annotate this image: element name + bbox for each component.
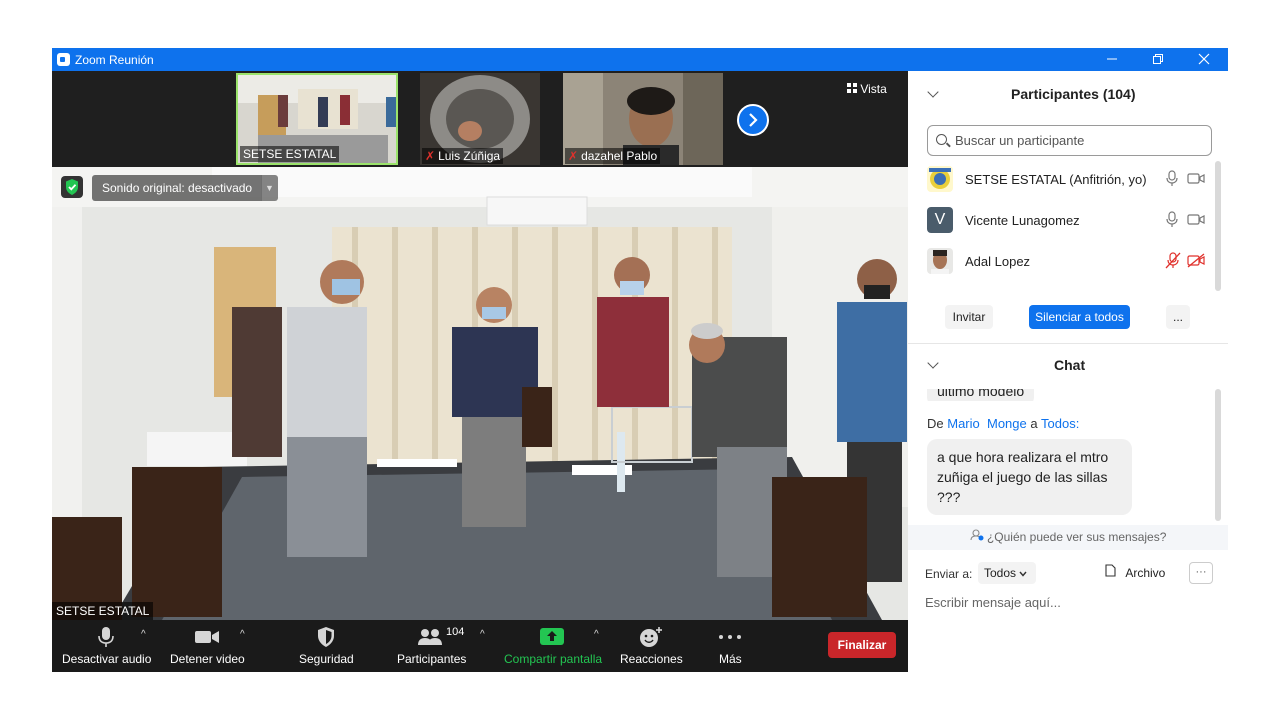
smiley-add-icon — [640, 627, 662, 647]
person-info-icon — [970, 529, 984, 541]
chat-message-input[interactable]: Escribir mensaje aquí... — [925, 595, 1061, 610]
original-sound-dropdown[interactable]: ▼ — [261, 175, 278, 201]
participant-search-input[interactable]: Buscar un participante — [927, 125, 1212, 156]
view-label: Vista — [860, 82, 887, 96]
mic-muted-icon[interactable] — [1165, 252, 1181, 269]
participants-more-button[interactable]: ... — [1166, 305, 1190, 329]
avatar: V — [927, 207, 953, 233]
share-screen-icon — [540, 628, 564, 645]
file-button[interactable]: Archivo — [1105, 562, 1165, 584]
meeting-room-video — [52, 167, 908, 620]
stop-video-button[interactable]: Detener video — [164, 620, 252, 672]
close-icon — [1198, 53, 1210, 65]
thumbnail-name: ✗ Luis Zúñiga — [422, 148, 504, 164]
microphone-icon[interactable] — [1166, 170, 1178, 187]
restore-button[interactable] — [1135, 48, 1181, 71]
file-icon — [1105, 564, 1116, 577]
security-button[interactable]: Seguridad — [288, 620, 364, 672]
security-shield-icon[interactable] — [61, 176, 83, 198]
sender-first-name[interactable]: Mario — [947, 416, 980, 431]
more-dots-icon — [719, 635, 741, 639]
participants-scrollbar[interactable] — [1215, 161, 1221, 291]
avatar — [927, 248, 953, 274]
participants-button[interactable]: 104 Participantes — [392, 620, 478, 672]
view-button[interactable]: Vista — [847, 82, 887, 96]
participant-row[interactable]: V Vicente Lunagomez — [908, 200, 1228, 240]
grid-icon — [847, 83, 857, 93]
thumbnail-video[interactable]: ✗ dazahel Pablo — [563, 73, 723, 165]
participants-title: Participantes (104) — [1011, 86, 1136, 102]
main-video[interactable]: Sonido original: desactivado ▼ SETSE EST… — [52, 167, 908, 620]
video-camera-icon — [195, 631, 219, 643]
meeting-toolbar: Desactivar audio ^ Detener video ^ Segur… — [52, 620, 908, 672]
title-bar: Zoom Reunión — [52, 48, 1228, 71]
mute-all-button[interactable]: Silenciar a todos — [1029, 305, 1130, 329]
mute-audio-button[interactable]: Desactivar audio — [56, 620, 156, 672]
recipient-dropdown[interactable]: Todos — [978, 562, 1036, 584]
participant-name: SETSE ESTATAL (Anfitrión, yo) — [965, 172, 1147, 187]
shield-icon — [318, 627, 334, 647]
microphone-icon[interactable] — [1166, 211, 1178, 228]
participant-name: Adal Lopez — [965, 254, 1031, 269]
thumbnail-video[interactable]: ✗ Luis Zúñiga — [420, 73, 540, 165]
participant-name: Vicente Lunagomez — [965, 213, 1080, 228]
side-panel: Participantes (104) Buscar un participan… — [908, 71, 1228, 672]
share-screen-button[interactable]: Compartir pantalla — [500, 620, 606, 672]
end-meeting-button[interactable]: Finalizar — [828, 632, 896, 658]
participants-options-caret[interactable]: ^ — [480, 629, 485, 640]
chat-title: Chat — [1054, 357, 1086, 373]
participant-row[interactable]: SETSE ESTATAL (Anfitrión, yo) — [908, 159, 1228, 199]
share-options-caret[interactable]: ^ — [594, 629, 599, 640]
chat-sender-line: De Mario Monge a Todos: — [927, 416, 1080, 431]
close-button[interactable] — [1181, 48, 1227, 71]
mic-muted-icon: ✗ — [568, 149, 579, 163]
original-sound-toggle[interactable]: Sonido original: desactivado — [92, 175, 263, 201]
restore-icon — [1153, 54, 1163, 64]
next-thumbnails-button[interactable] — [737, 104, 769, 136]
thumbnail-name: ✗ dazahel Pablo — [565, 148, 661, 164]
host-avatar — [927, 166, 953, 192]
thumbnail-name: SETSE ESTATAL — [240, 146, 340, 162]
mic-muted-icon: ✗ — [425, 149, 436, 163]
video-camera-icon[interactable] — [1187, 171, 1205, 185]
video-area: SETSE ESTATAL ✗ Luis Zúñiga ✗ dazahel Pa… — [52, 71, 908, 672]
collapse-chat-icon[interactable] — [927, 357, 939, 369]
recipient-name[interactable]: Todos: — [1041, 416, 1079, 431]
reactions-button[interactable]: Reacciones — [616, 620, 684, 672]
chevron-down-icon — [1019, 571, 1027, 577]
participants-count: 104 — [446, 626, 465, 638]
audio-options-caret[interactable]: ^ — [141, 629, 146, 640]
thumbnail-video[interactable]: SETSE ESTATAL — [236, 73, 398, 165]
chat-previous-message: último modelo — [908, 389, 1218, 401]
chat-more-button[interactable]: ··· — [1189, 562, 1213, 584]
thumbnail-strip: SETSE ESTATAL ✗ Luis Zúñiga ✗ dazahel Pa… — [52, 71, 908, 167]
video-options-caret[interactable]: ^ — [240, 629, 245, 640]
microphone-icon — [98, 627, 114, 647]
divider — [908, 343, 1228, 344]
collapse-participants-icon[interactable] — [927, 86, 939, 98]
send-to-label: Enviar a: — [925, 567, 973, 581]
participant-row[interactable]: Adal Lopez — [908, 241, 1228, 281]
video-camera-icon[interactable] — [1187, 212, 1205, 226]
zoom-window: Zoom Reunión SETSE ESTATAL ✗ Luis Zúñiga… — [52, 48, 1228, 672]
chat-message-bubble: a que hora realizara el mtro zuñiga el j… — [927, 439, 1132, 515]
participants-icon — [418, 629, 442, 645]
chat-scrollbar[interactable] — [1215, 389, 1221, 521]
minimize-button[interactable] — [1089, 48, 1135, 71]
sender-last-name[interactable]: Monge — [987, 416, 1027, 431]
who-can-see-messages[interactable]: ¿Quién puede ver sus mensajes? — [908, 525, 1228, 550]
zoom-app-icon — [57, 53, 70, 66]
invite-button[interactable]: Invitar — [945, 305, 993, 329]
window-title: Zoom Reunión — [75, 53, 154, 67]
chevron-right-icon — [749, 113, 758, 127]
minimize-icon — [1107, 58, 1117, 60]
more-button[interactable]: Más — [708, 620, 752, 672]
speaker-name-label: SETSE ESTATAL — [52, 602, 154, 620]
video-off-icon[interactable] — [1187, 253, 1205, 268]
